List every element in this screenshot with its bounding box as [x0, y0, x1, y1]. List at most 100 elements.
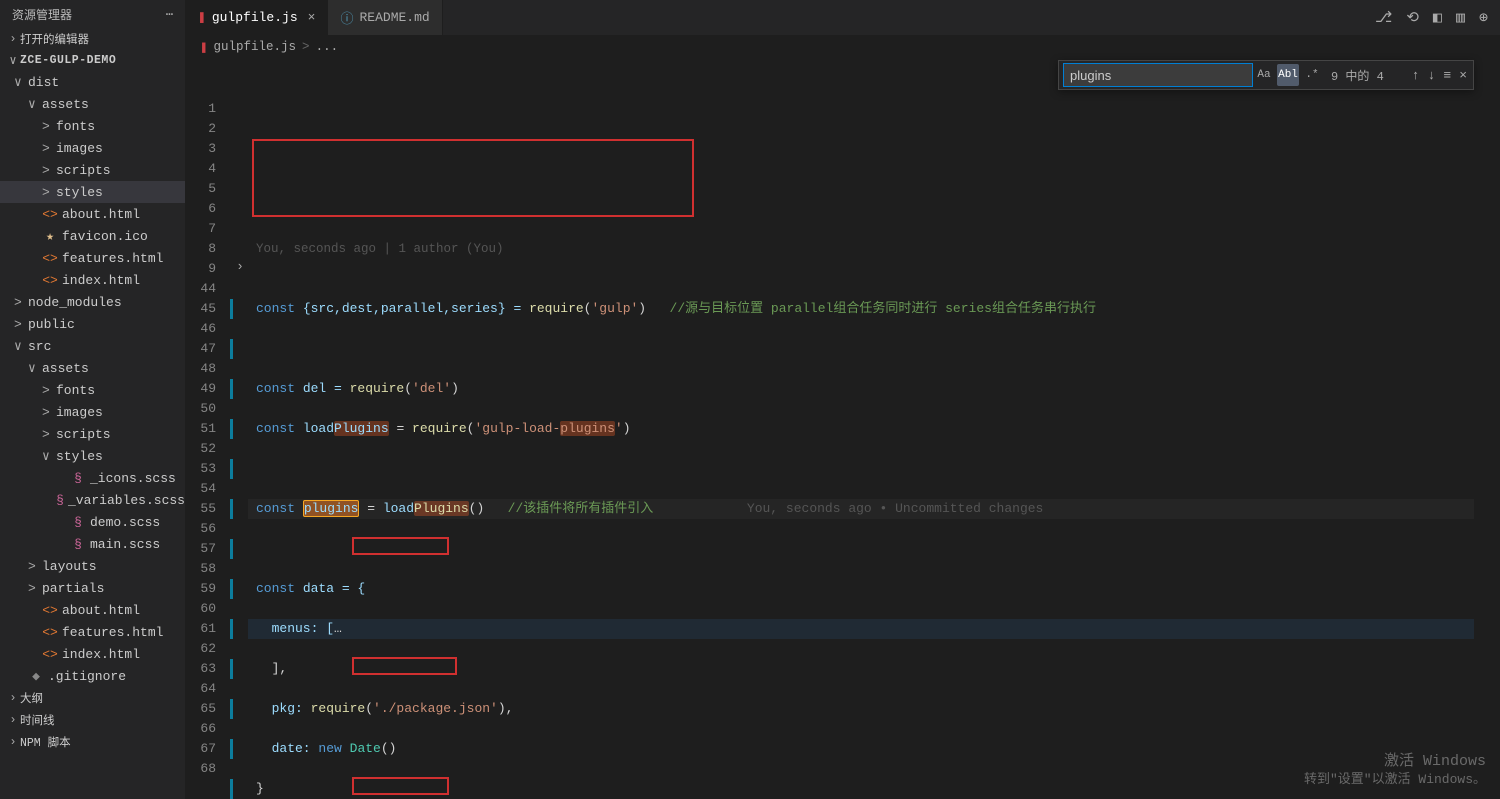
gitlens-inline-blame — [653, 501, 747, 516]
tab-label: gulpfile.js — [212, 10, 298, 25]
tree-item-label: scripts — [56, 163, 111, 178]
tree-item[interactable]: <>features.html — [0, 621, 185, 643]
tree-item-label: assets — [42, 361, 89, 376]
line-number: 67 — [186, 739, 216, 759]
line-number: 3 — [186, 139, 216, 159]
tree-item-label: images — [56, 405, 103, 420]
tree-item[interactable]: <> index.html — [0, 643, 185, 665]
file-icon: <> — [42, 647, 58, 662]
source-control-icon[interactable]: ⎇ — [1375, 8, 1392, 27]
chevron-right-icon: › — [6, 691, 20, 705]
match-case-toggle[interactable]: Aa — [1253, 64, 1275, 86]
tree-item[interactable]: §_variables.scss — [0, 489, 185, 511]
tree-item[interactable]: <>about.html — [0, 599, 185, 621]
tree-item[interactable]: >fonts — [0, 379, 185, 401]
breadcrumb[interactable]: ❚ gulpfile.js > ... — [186, 35, 1500, 59]
split-editor-icon[interactable]: ◧ — [1433, 8, 1442, 27]
match-word-toggle[interactable]: Abl — [1277, 64, 1299, 86]
minimap[interactable] — [1474, 59, 1500, 779]
line-number: 61 — [186, 619, 216, 639]
tree-item[interactable]: ∨styles — [0, 445, 185, 467]
chevron-icon: > — [28, 559, 42, 574]
tree-item[interactable]: ★favicon.ico — [0, 225, 185, 247]
regex-toggle[interactable]: .* — [1301, 64, 1323, 86]
line-number: 46 — [186, 319, 216, 339]
section-open-editors[interactable]: › 打开的编辑器 — [0, 28, 185, 50]
tree-item-label: layouts — [42, 559, 97, 574]
fold-icon[interactable]: › — [232, 259, 248, 279]
explorer-more-icon[interactable]: ⋯ — [166, 7, 173, 22]
find-input[interactable] — [1063, 63, 1253, 87]
file-icon: <> — [42, 273, 58, 288]
tree-item[interactable]: <>features.html — [0, 247, 185, 269]
find-next-icon[interactable]: ↓ — [1428, 68, 1436, 83]
section-outline[interactable]: › 大纲 — [0, 687, 185, 709]
chevron-icon: > — [42, 405, 56, 420]
tree-item[interactable]: >scripts — [0, 159, 185, 181]
line-number: 48 — [186, 359, 216, 379]
chevron-icon: > — [14, 295, 28, 310]
tree-item-label: index.html — [62, 647, 140, 662]
find-prev-icon[interactable]: ↑ — [1412, 68, 1420, 83]
gitlens-blame-header: You, seconds ago | 1 author (You) — [248, 239, 1500, 259]
editor-tab[interactable]: ❚ gulpfile.js × — [186, 0, 328, 35]
chevron-icon: > — [42, 141, 56, 156]
find-widget: Aa Abl .* 9 中的 4 ↑ ↓ ≡ × — [1058, 60, 1474, 90]
line-number: 54 — [186, 479, 216, 499]
line-number: 59 — [186, 579, 216, 599]
tree-item[interactable]: >layouts — [0, 555, 185, 577]
chevron-icon: > — [14, 317, 28, 332]
tree-item[interactable]: §main.scss — [0, 533, 185, 555]
close-find-icon[interactable]: × — [1459, 68, 1467, 83]
code-editor[interactable]: 1234567894445464748495051525354555657585… — [186, 59, 1500, 799]
tree-item[interactable]: >public — [0, 313, 185, 335]
tree-item[interactable]: <>index.html — [0, 269, 185, 291]
section-project[interactable]: ∨ ZCE-GULP-DEMO — [0, 50, 185, 71]
tree-item-label: dist — [28, 75, 59, 90]
tree-item[interactable]: §_icons.scss — [0, 467, 185, 489]
chevron-icon: > — [42, 119, 56, 134]
tree-item[interactable]: ∨src — [0, 335, 185, 357]
find-count: 9 中的 4 — [1331, 67, 1384, 84]
line-number: 51 — [186, 419, 216, 439]
find-in-selection-icon[interactable]: ≡ — [1443, 68, 1451, 83]
tree-item[interactable]: >images — [0, 137, 185, 159]
tree-item[interactable]: >scripts — [0, 423, 185, 445]
tree-item[interactable]: >fonts — [0, 115, 185, 137]
line-number: 58 — [186, 559, 216, 579]
more-actions-icon[interactable]: ⊕ — [1479, 8, 1488, 27]
tree-item[interactable]: ∨assets — [0, 93, 185, 115]
chevron-icon: > — [42, 427, 56, 442]
close-tab-icon[interactable]: × — [308, 10, 316, 25]
tree-item-label: node_modules — [28, 295, 122, 310]
compare-icon[interactable]: ⟲ — [1406, 8, 1419, 27]
section-timeline[interactable]: › 时间线 — [0, 709, 185, 731]
chevron-icon: > — [28, 581, 42, 596]
tree-item[interactable]: >node_modules — [0, 291, 185, 313]
tree-item[interactable]: >partials — [0, 577, 185, 599]
tree-item[interactable]: >styles — [0, 181, 185, 203]
line-number: 55 — [186, 499, 216, 519]
editor-tab[interactable]: ⓘREADME.md — [328, 0, 442, 35]
code-content[interactable]: You, seconds ago | 1 author (You) const … — [248, 59, 1500, 799]
line-number: 47 — [186, 339, 216, 359]
file-icon: ❚ — [198, 10, 206, 25]
windows-activation-watermark: 激活 Windows 转到"设置"以激活 Windows。 — [1304, 753, 1486, 789]
line-number: 57 — [186, 539, 216, 559]
tree-item-label: demo.scss — [90, 515, 160, 530]
section-npm[interactable]: › NPM 脚本 — [0, 731, 185, 753]
chevron-icon: > — [42, 163, 56, 178]
tree-item-label: scripts — [56, 427, 111, 442]
fold-column: › — [232, 59, 248, 799]
tree-item[interactable]: ◆.gitignore — [0, 665, 185, 687]
line-number: 62 — [186, 639, 216, 659]
tree-item[interactable]: >images — [0, 401, 185, 423]
tree-item-label: partials — [42, 581, 104, 596]
line-gutter: 1234567894445464748495051525354555657585… — [186, 59, 232, 799]
split-editor-icon-2[interactable]: ▥ — [1456, 8, 1465, 27]
tree-item[interactable]: ∨assets — [0, 357, 185, 379]
tree-item[interactable]: §demo.scss — [0, 511, 185, 533]
tree-item[interactable]: ∨dist — [0, 71, 185, 93]
tree-item[interactable]: <>about.html — [0, 203, 185, 225]
file-icon: <> — [42, 251, 58, 266]
